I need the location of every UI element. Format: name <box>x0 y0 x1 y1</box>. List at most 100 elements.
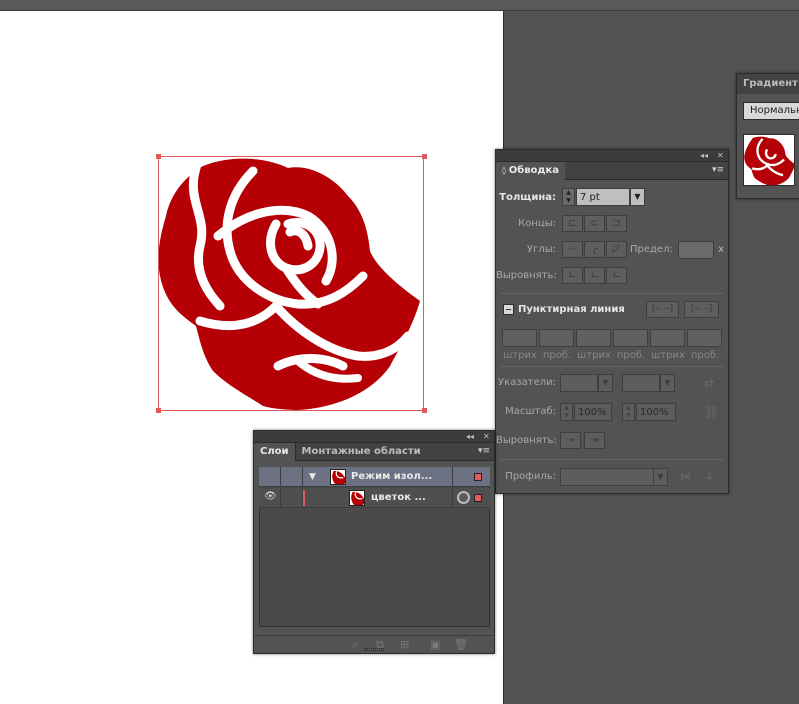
scale-start-input[interactable]: 100% <box>574 403 612 421</box>
align-dash-corners-button[interactable]: [‒ ‒] <box>684 301 719 318</box>
gradient-type-select[interactable]: Нормальна <box>743 102 799 120</box>
dash-2-input[interactable] <box>576 329 611 347</box>
weight-label: Толщина: <box>499 192 556 203</box>
scale-label: Масштаб: <box>505 406 556 417</box>
align-stroke-row: Выровнять: ∟ ∟ ∟ <box>496 266 728 286</box>
locate-object-icon[interactable]: ⌕ <box>352 638 358 652</box>
scale-row: Масштаб: ▲ ▼ 100% ▲ ▼ 100% ⛓ <box>496 402 728 422</box>
lock-cell[interactable] <box>281 467 303 487</box>
arrow-start-select[interactable] <box>560 374 598 392</box>
miter-join-button[interactable]: ⌐ <box>562 241 583 258</box>
close-icon[interactable]: ✕ <box>717 150 724 161</box>
align-outside-button[interactable]: ∟ <box>606 267 627 284</box>
gradient-preview-thumbnail[interactable] <box>743 134 795 186</box>
target-circle-icon[interactable] <box>457 491 470 504</box>
trash-icon[interactable]: 🗑 <box>454 638 468 651</box>
arrow-end-select[interactable] <box>622 374 660 392</box>
selection-handle-bottom-right[interactable] <box>422 408 427 413</box>
isolation-name: Режим изол... <box>351 471 433 482</box>
cap-label: Концы: <box>518 218 556 229</box>
layer-target-divider <box>452 467 453 487</box>
weight-dropdown[interactable]: ▼ <box>630 188 645 206</box>
weight-stepper[interactable]: ▲ ▼ <box>562 188 575 206</box>
limit-label: Предел: <box>630 244 673 255</box>
scale-end-stepper[interactable]: ▲ ▼ <box>622 403 635 421</box>
gap-3-input[interactable] <box>687 329 722 347</box>
tab-stroke[interactable]: ◊ Обводка <box>496 162 566 180</box>
dash-1-label: штрих <box>503 350 537 361</box>
profile-select[interactable] <box>560 468 654 486</box>
round-cap-button[interactable]: ⊂ <box>584 215 605 232</box>
visibility-cell[interactable] <box>259 467 281 487</box>
weight-input[interactable]: 7 pt <box>576 188 630 206</box>
dash-3-label: штрих <box>651 350 685 361</box>
layers-close-icon[interactable]: ✕ <box>483 431 490 442</box>
preserve-dash-button[interactable]: [‒ ‒] <box>646 301 679 318</box>
arrow-extend-button[interactable]: → <box>560 432 581 449</box>
scale-start-stepper[interactable]: ▲ ▼ <box>560 403 573 421</box>
flip-along-icon[interactable]: ⋈ <box>680 467 691 487</box>
link-scale-icon[interactable]: ⛓ <box>704 402 719 422</box>
layers-menu-icon[interactable]: ▾≡ <box>478 446 490 456</box>
stroke-divider-3 <box>500 459 724 460</box>
collapse-icon[interactable]: ◂◂ <box>700 150 708 161</box>
align-arrows-row: Выровнять: → ⇥ <box>496 431 728 451</box>
gap-2-input[interactable] <box>613 329 648 347</box>
stroke-panel: ◂◂ ✕ ◊ Обводка ▾≡ Толщина: ▲ ▼ 7 pt ▼ Кон… <box>495 149 729 494</box>
bevel-join-button[interactable]: ◸ <box>606 241 627 258</box>
selection-bounding-box[interactable] <box>158 156 424 411</box>
lock-cell[interactable] <box>281 488 303 508</box>
align-center-button[interactable]: ∟ <box>562 267 583 284</box>
round-join-button[interactable]: ╭ <box>584 241 605 258</box>
expand-triangle-icon[interactable]: ▼ <box>309 467 316 487</box>
align-stroke-label: Выровнять: <box>496 270 557 281</box>
layers-collapse-icon[interactable]: ◂◂ <box>466 431 474 442</box>
selection-indicator-icon[interactable] <box>474 494 482 502</box>
tab-layers[interactable]: Слои <box>254 443 295 461</box>
profile-row: Профиль: ▼ ⋈ ⏚ <box>496 467 728 487</box>
new-layer-icon[interactable]: ▣ <box>430 638 440 651</box>
swap-arrows-icon[interactable]: ⇄ <box>704 373 714 393</box>
stroke-divider-1 <box>500 293 724 294</box>
panel-menu-icon[interactable]: ▾≡ <box>712 165 724 175</box>
flip-across-icon[interactable]: ⏚ <box>704 467 715 487</box>
gap-1-label: проб. <box>542 350 572 361</box>
dash-2-label: штрих <box>577 350 611 361</box>
selection-indicator-icon[interactable] <box>474 473 482 481</box>
align-inside-button[interactable]: ∟ <box>584 267 605 284</box>
flower-name: цветок ... <box>371 492 426 503</box>
tab-artboards[interactable]: Монтажные области <box>294 443 427 461</box>
dash-1-input[interactable] <box>502 329 537 347</box>
selection-handle-top-left[interactable] <box>156 154 161 159</box>
tab-stroke-label: Обводка <box>508 165 560 176</box>
flower-thumbnail <box>349 490 365 506</box>
new-sublayer-icon[interactable]: ⊞ <box>400 638 409 651</box>
layers-footer: ⌕ ⧉ ⊞ ▣ 🗑 <box>254 635 494 653</box>
selection-handle-bottom-left[interactable] <box>156 408 161 413</box>
arrow-start-dropdown[interactable]: ▼ <box>598 374 613 392</box>
weight-row: Толщина: ▲ ▼ 7 pt ▼ <box>496 188 728 208</box>
arrow-end-dropdown[interactable]: ▼ <box>660 374 675 392</box>
selection-handle-top-right[interactable] <box>422 154 427 159</box>
tab-gradient[interactable]: Градиент <box>737 74 799 94</box>
resize-grip[interactable] <box>364 648 384 651</box>
scale-end-input[interactable]: 100% <box>636 403 676 421</box>
limit-input[interactable] <box>678 241 714 259</box>
limit-suffix: x <box>718 244 724 255</box>
arrow-place-button[interactable]: ⇥ <box>584 432 605 449</box>
layer-row-flower[interactable]: 👁 цветок ... <box>259 488 490 508</box>
scale-end-value: 100% <box>640 407 669 418</box>
stroke-divider-2 <box>500 366 724 367</box>
layers-panel: ◂◂ ✕ Слои Монтажные области ▾≡ ▼ Режим и… <box>253 430 495 654</box>
dashed-line-checkbox[interactable] <box>503 304 514 315</box>
projecting-cap-button[interactable]: ⊐ <box>606 215 627 232</box>
isolation-thumbnail <box>330 469 346 485</box>
dashed-line-row: Пунктирная линия [‒ ‒] [‒ ‒] <box>496 300 728 320</box>
eye-icon[interactable]: 👁 <box>264 491 277 502</box>
gap-1-input[interactable] <box>539 329 574 347</box>
dash-3-input[interactable] <box>650 329 685 347</box>
visibility-cell[interactable]: 👁 <box>259 488 281 508</box>
profile-dropdown[interactable]: ▼ <box>653 468 668 486</box>
butt-cap-button[interactable]: ⊏ <box>562 215 583 232</box>
layer-row-isolation[interactable]: ▼ Режим изол... <box>259 467 490 487</box>
